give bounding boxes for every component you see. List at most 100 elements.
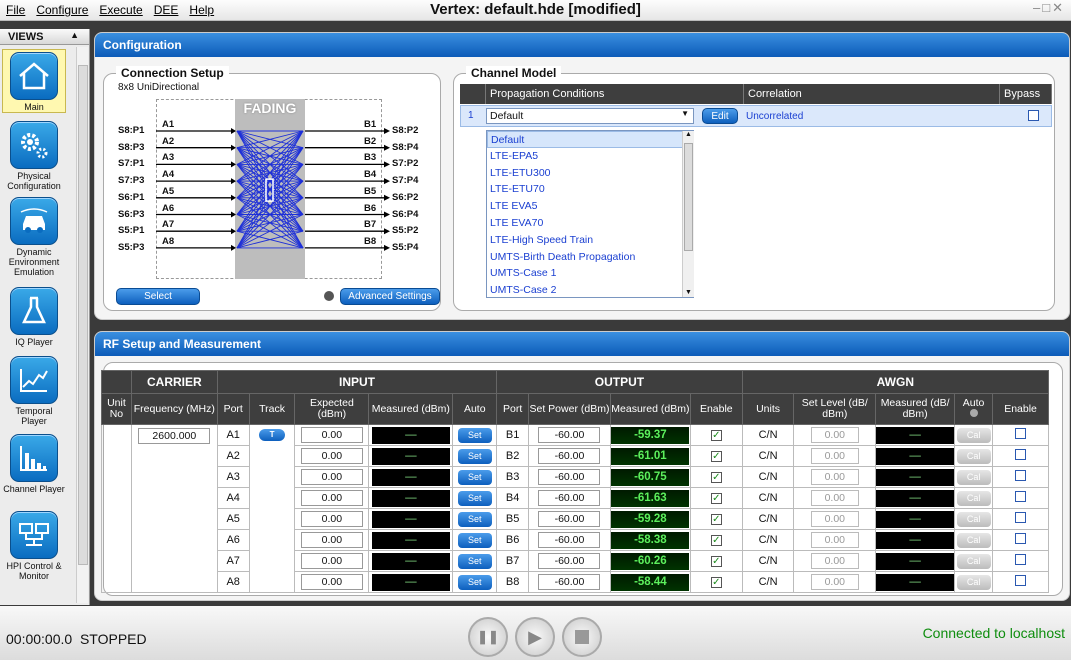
expected-input[interactable]: 0.00	[300, 469, 363, 485]
dropdown-option[interactable]: LTE-ETU70	[487, 181, 693, 198]
expected-input[interactable]: 0.00	[300, 553, 363, 569]
cal-button[interactable]: Cal	[956, 511, 991, 527]
set-level-input[interactable]: 0.00	[810, 469, 859, 485]
expected-input[interactable]: 0.00	[300, 427, 363, 443]
set-power-input[interactable]: -60.00	[538, 553, 601, 569]
set-button[interactable]: Set	[457, 490, 492, 506]
units-cell[interactable]: C/N	[741, 550, 795, 572]
nav-dee[interactable]: Dynamic Environment Emulation	[2, 197, 66, 281]
output-enable-checkbox[interactable]: ✓	[710, 514, 722, 525]
expected-input[interactable]: 0.00	[300, 490, 363, 506]
dropdown-option[interactable]: LTE-EPA5	[487, 148, 693, 165]
awgn-enable-checkbox[interactable]	[1015, 470, 1027, 481]
awgn-enable-checkbox[interactable]	[1015, 533, 1027, 544]
dropdown-option[interactable]: UMTS-Case 1	[487, 265, 693, 282]
pause-button[interactable]: ❚❚	[468, 617, 508, 657]
awgn-auto-indicator-icon[interactable]	[969, 409, 978, 417]
output-enable-checkbox[interactable]: ✓	[710, 493, 722, 504]
expected-input[interactable]: 0.00	[300, 448, 363, 464]
set-button[interactable]: Set	[457, 469, 492, 485]
dropdown-option[interactable]: Default	[487, 131, 693, 148]
set-button[interactable]: Set	[457, 448, 492, 464]
sidebar-scroll-thumb[interactable]	[78, 65, 88, 565]
cal-button[interactable]: Cal	[956, 469, 991, 485]
set-level-input[interactable]: 0.00	[810, 574, 859, 590]
awgn-enable-checkbox[interactable]	[1015, 512, 1027, 523]
awgn-enable-checkbox[interactable]	[1015, 428, 1027, 439]
nav-channel-player[interactable]: Channel Player	[2, 434, 66, 506]
output-enable-checkbox[interactable]: ✓	[710, 577, 722, 588]
units-cell[interactable]: C/N	[741, 445, 795, 467]
nav-temporal-player[interactable]: Temporal Player	[2, 356, 66, 428]
dropdown-arrow-icon[interactable]: ▼	[681, 109, 689, 118]
set-button[interactable]: Set	[457, 532, 492, 548]
set-power-input[interactable]: -60.00	[538, 532, 601, 548]
set-button[interactable]: Set	[457, 553, 492, 569]
views-header[interactable]: VIEWS ▲	[0, 29, 89, 45]
output-enable-checkbox[interactable]: ✓	[710, 451, 722, 462]
nav-main[interactable]: Main	[2, 49, 66, 113]
set-level-input[interactable]: 0.00	[810, 511, 859, 527]
stop-button[interactable]	[562, 617, 602, 657]
correlation-value[interactable]: Uncorrelated	[746, 111, 803, 122]
set-power-input[interactable]: -60.00	[538, 448, 601, 464]
advanced-settings-button[interactable]: Advanced Settings	[340, 288, 440, 305]
units-cell[interactable]: C/N	[741, 424, 795, 446]
edit-button[interactable]: Edit	[702, 108, 738, 124]
expected-input[interactable]: 0.00	[300, 511, 363, 527]
sidebar-scrollbar[interactable]	[76, 47, 88, 603]
scroll-up-icon[interactable]: ▲	[683, 131, 694, 138]
set-level-input[interactable]: 0.00	[810, 427, 859, 443]
scroll-down-icon[interactable]: ▼	[683, 289, 694, 296]
cal-button[interactable]: Cal	[956, 427, 991, 443]
bypass-checkbox[interactable]	[1028, 110, 1039, 124]
set-level-input[interactable]: 0.00	[810, 448, 859, 464]
cal-button[interactable]: Cal	[956, 448, 991, 464]
dropdown-scrollbar[interactable]: ▲ ▼	[682, 131, 694, 297]
dropdown-option[interactable]: LTE-High Speed Train	[487, 232, 693, 249]
output-enable-checkbox[interactable]: ✓	[710, 556, 722, 567]
track-button[interactable]: T	[259, 429, 286, 441]
propagation-dropdown-list[interactable]: Default LTE-EPA5 LTE-ETU300 LTE-ETU70 LTE EV…	[486, 130, 694, 298]
cal-button[interactable]: Cal	[956, 574, 991, 590]
output-enable-checkbox[interactable]: ✓	[710, 472, 722, 483]
set-power-input[interactable]: -60.00	[538, 511, 601, 527]
nav-physical-configuration[interactable]: Physical Configuration	[2, 121, 66, 193]
set-power-input[interactable]: -60.00	[538, 427, 601, 443]
set-button[interactable]: Set	[457, 511, 492, 527]
select-button[interactable]: Select	[116, 288, 200, 305]
units-cell[interactable]: C/N	[741, 466, 795, 488]
units-cell[interactable]: C/N	[741, 508, 795, 530]
dropdown-scroll-thumb[interactable]	[684, 143, 693, 251]
propagation-select[interactable]: Default ▼	[486, 108, 694, 124]
set-button[interactable]: Set	[457, 574, 492, 590]
expected-input[interactable]: 0.00	[300, 574, 363, 590]
nav-iq-player[interactable]: IQ Player	[2, 287, 66, 349]
output-enable-checkbox[interactable]: ✓	[710, 430, 722, 441]
output-enable-checkbox[interactable]: ✓	[710, 535, 722, 546]
frequency-input[interactable]: 2600.000	[138, 428, 211, 444]
cal-button[interactable]: Cal	[956, 532, 991, 548]
awgn-enable-checkbox[interactable]	[1015, 449, 1027, 460]
units-cell[interactable]: C/N	[741, 571, 795, 593]
set-power-input[interactable]: -60.00	[538, 469, 601, 485]
units-cell[interactable]: C/N	[741, 487, 795, 509]
play-button[interactable]: ▶	[515, 617, 555, 657]
awgn-enable-checkbox[interactable]	[1015, 554, 1027, 565]
units-cell[interactable]: C/N	[741, 529, 795, 551]
cal-button[interactable]: Cal	[956, 553, 991, 569]
dropdown-option[interactable]: LTE EVA5	[487, 198, 693, 215]
set-level-input[interactable]: 0.00	[810, 532, 859, 548]
dropdown-option[interactable]: LTE EVA70	[487, 215, 693, 232]
collapse-icon[interactable]: ▲	[70, 30, 79, 40]
set-power-input[interactable]: -60.00	[538, 490, 601, 506]
set-level-input[interactable]: 0.00	[810, 490, 859, 506]
nav-hpi-control[interactable]: HPI Control & Monitor	[2, 511, 66, 585]
expected-input[interactable]: 0.00	[300, 532, 363, 548]
dropdown-option[interactable]: UMTS-Case 2	[487, 282, 693, 297]
set-button[interactable]: Set	[457, 427, 492, 443]
dropdown-option[interactable]: UMTS-Birth Death Propagation	[487, 249, 693, 266]
window-controls[interactable]: –□✕	[1033, 0, 1065, 16]
awgn-enable-checkbox[interactable]	[1015, 575, 1027, 586]
awgn-enable-checkbox[interactable]	[1015, 491, 1027, 502]
